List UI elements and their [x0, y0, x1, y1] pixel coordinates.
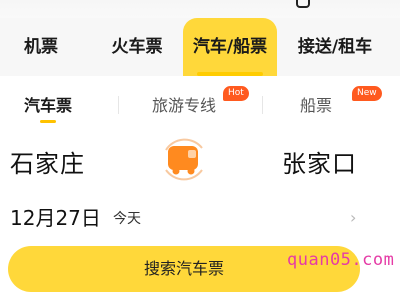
chevron-right-icon: ›	[350, 208, 357, 227]
date-note: 今天	[113, 211, 141, 227]
hot-badge: Hot	[223, 86, 249, 101]
subtab-active-indicator	[40, 120, 56, 123]
watermark: quan05.com	[287, 250, 395, 270]
subtab-tour-lines[interactable]: 旅游专线	[150, 90, 218, 122]
subtab-ferry[interactable]: 船票	[296, 90, 336, 122]
swap-cities-button[interactable]	[154, 136, 214, 182]
subtab-bus-tickets[interactable]: 汽车票	[18, 90, 78, 122]
tab-trains[interactable]: 火车票	[100, 18, 174, 76]
subtab-divider	[262, 96, 263, 114]
arrival-city[interactable]: 张家口	[282, 144, 357, 179]
tab-bus-ferry[interactable]: 汽车/船票	[183, 18, 277, 76]
main-tab-bar: 机票 火车票 汽车/船票 接送/租车	[0, 18, 400, 76]
tab-flights[interactable]: 机票	[10, 18, 72, 76]
status-strip	[0, 0, 400, 18]
new-badge: New	[352, 86, 382, 101]
booking-card: 汽车票 旅游专线 Hot 船票 New 石家庄 张家口 12月27日 今天 › …	[0, 76, 400, 300]
departure-date: 12月27日	[10, 206, 101, 230]
date-selector[interactable]: 12月27日 今天 ›	[0, 202, 400, 236]
message-icon[interactable]	[296, 0, 310, 8]
subtab-divider	[118, 96, 119, 114]
tab-transfer-rental[interactable]: 接送/租车	[283, 18, 387, 76]
bus-swap-icon	[165, 138, 203, 181]
departure-city[interactable]: 石家庄	[10, 144, 85, 179]
